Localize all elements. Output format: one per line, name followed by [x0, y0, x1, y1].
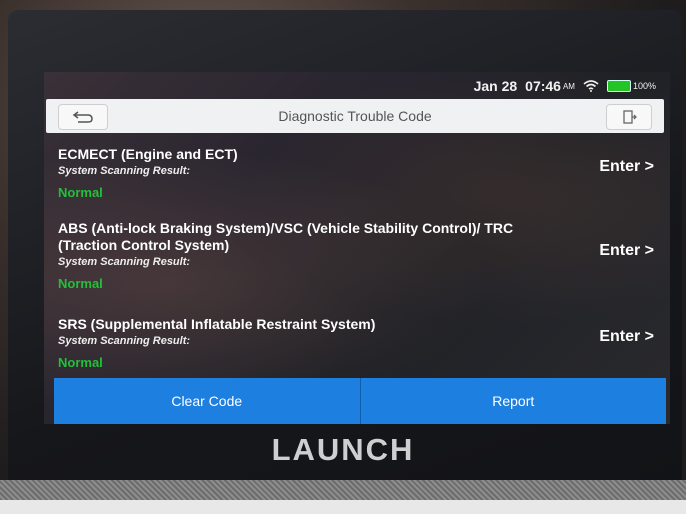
photo-bottom-edge	[0, 500, 686, 514]
system-name: SRS (Supplemental Inflatable Restraint S…	[58, 316, 376, 332]
enter-button[interactable]: Enter >	[599, 158, 654, 176]
clear-code-button[interactable]: Clear Code	[54, 378, 361, 424]
system-result-status: Normal	[58, 276, 103, 291]
system-result-label: System Scanning Result:	[58, 256, 191, 268]
report-button[interactable]: Report	[360, 378, 666, 424]
system-item[interactable]: ECMECT (Engine and ECT) System Scanning …	[58, 146, 658, 200]
battery-icon	[606, 80, 631, 92]
system-item[interactable]: SRS (Supplemental Inflatable Restraint S…	[58, 316, 658, 370]
status-date: Jan 28	[473, 78, 518, 94]
page-title: Diagnostic Trouble Code	[278, 108, 432, 124]
title-bar: Diagnostic Trouble Code	[46, 99, 664, 133]
battery-indicator: 100%	[606, 80, 656, 92]
system-name: ABS (Anti-lock Braking System)/VSC (Vehi…	[58, 220, 514, 253]
system-result-status: Normal	[58, 355, 103, 370]
system-name: ECMECT (Engine and ECT)	[58, 146, 238, 162]
wifi-icon	[583, 80, 599, 92]
system-result-status: Normal	[58, 185, 103, 200]
system-result-label: System Scanning Result:	[58, 165, 191, 177]
exit-button[interactable]	[606, 104, 652, 130]
exit-door-icon	[623, 110, 637, 124]
status-ampm: AM	[562, 81, 575, 91]
status-time: 07:46	[525, 78, 561, 94]
battery-level: 100%	[632, 81, 656, 91]
device-brand-logo: LAUNCH	[271, 432, 415, 467]
action-bar: Clear Code Report	[54, 378, 666, 424]
system-result-label: System Scanning Result:	[58, 335, 191, 347]
status-bar: Jan 28 07:46 AM 100%	[474, 76, 656, 96]
system-item[interactable]: ABS (Anti-lock Braking System)/VSC (Vehi…	[58, 220, 658, 291]
enter-button[interactable]: Enter >	[599, 242, 654, 260]
enter-button[interactable]: Enter >	[599, 328, 654, 346]
device-screen: Jan 28 07:46 AM 100% Diagnostic Trouble …	[44, 72, 670, 424]
back-arrow-icon	[72, 111, 93, 123]
back-button[interactable]	[58, 104, 108, 130]
